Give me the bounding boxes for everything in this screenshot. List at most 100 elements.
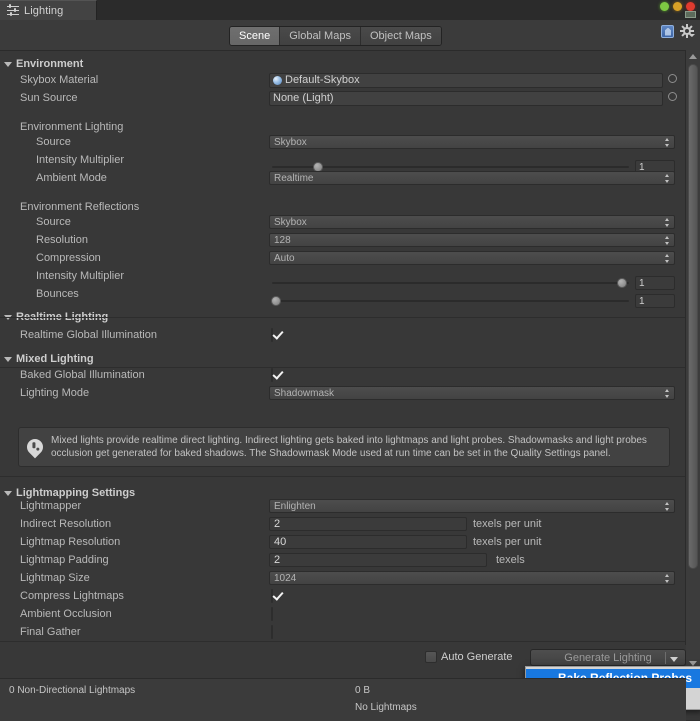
environment-lighting-label: Environment Lighting	[0, 121, 123, 133]
status-no-lightmaps: No Lightmaps	[355, 702, 417, 713]
env-lighting-source-dropdown[interactable]: Skybox	[269, 135, 675, 149]
section-environment[interactable]: Environment	[0, 56, 686, 71]
tab-scene[interactable]: Scene	[230, 27, 280, 45]
divider	[0, 476, 686, 477]
skybox-material-label: Skybox Material	[0, 74, 98, 86]
row-realtime-gi: Realtime Global Illumination	[0, 324, 686, 345]
minimize-button[interactable]	[673, 2, 682, 11]
skybox-material-picker-button[interactable]	[668, 74, 677, 83]
indirect-resolution-input[interactable]: 2	[269, 517, 467, 531]
chevron-updown-icon	[665, 502, 670, 511]
sun-source-value: None (Light)	[273, 92, 334, 104]
environment-reflections-label: Environment Reflections	[0, 201, 139, 213]
row-lightmap-size: Lightmap Size 1024	[0, 569, 686, 587]
baked-gi-label: Baked Global Illumination	[0, 369, 145, 381]
refl-compression-value: Auto	[274, 253, 295, 264]
dock-glyph-icon	[685, 11, 696, 18]
tab-lighting[interactable]: Lighting	[0, 0, 97, 20]
refl-source-value: Skybox	[274, 217, 307, 228]
foldout-icon	[4, 357, 12, 362]
light-probe-icon[interactable]	[661, 25, 674, 38]
lightmap-padding-input[interactable]: 2	[269, 553, 487, 567]
lightmap-resolution-input[interactable]: 40	[269, 535, 467, 549]
chevron-down-icon[interactable]	[670, 657, 678, 662]
lightmapping-rows: Lightmapper Enlighten Indirect Resolutio…	[0, 497, 686, 641]
chevron-updown-icon	[665, 389, 670, 398]
indirect-resolution-suffix: texels per unit	[473, 518, 541, 530]
lightmap-resolution-label: Lightmap Resolution	[0, 536, 120, 548]
info-icon	[24, 436, 47, 459]
mixer-sliders-icon	[7, 5, 19, 16]
scrollbar-thumb[interactable]	[688, 64, 698, 569]
tab-object-maps[interactable]: Object Maps	[361, 27, 441, 45]
lighting-mode-value: Shadowmask	[274, 388, 334, 399]
ambient-occlusion-checkbox[interactable]	[271, 607, 273, 621]
generate-lighting-button[interactable]: Generate Lighting	[530, 649, 686, 666]
refl-bounces-label: Bounces	[0, 288, 79, 300]
title-bar: Lighting	[0, 0, 700, 21]
refl-source-dropdown[interactable]: Skybox	[269, 215, 675, 229]
gear-icon[interactable]	[680, 24, 694, 38]
window-controls	[660, 2, 695, 11]
vertical-scrollbar[interactable]	[685, 50, 700, 670]
slider-handle[interactable]	[271, 296, 281, 306]
settings-content: Environment Skybox Material Default-Skyb…	[0, 50, 686, 671]
row-compress-lightmaps: Compress Lightmaps	[0, 587, 686, 605]
tab-global-maps[interactable]: Global Maps	[280, 27, 361, 45]
final-gather-checkbox[interactable]	[271, 625, 273, 639]
row-final-gather: Final Gather	[0, 623, 686, 641]
row-baked-gi: Baked Global Illumination	[0, 366, 686, 384]
lighting-mode-dropdown[interactable]: Shadowmask	[269, 386, 675, 400]
lightmap-size-dropdown[interactable]: 1024	[269, 571, 675, 585]
lightmap-padding-suffix: texels	[496, 554, 525, 566]
group-environment-lighting: Environment Lighting	[0, 107, 686, 133]
sun-source-picker-button[interactable]	[668, 92, 677, 101]
env-lighting-source-value: Skybox	[274, 137, 307, 148]
compress-lightmaps-label: Compress Lightmaps	[0, 590, 124, 602]
lightmap-resolution-suffix: texels per unit	[473, 536, 541, 548]
final-gather-label: Final Gather	[0, 626, 81, 638]
material-preview-icon	[273, 76, 282, 85]
compress-lightmaps-checkbox[interactable]	[271, 589, 273, 603]
row-env-lighting-intensity: Intensity Multiplier 1	[0, 151, 686, 169]
maximize-button[interactable]	[660, 2, 669, 11]
row-refl-source: Source Skybox	[0, 213, 686, 231]
refl-resolution-dropdown[interactable]: 128	[269, 233, 675, 247]
refl-bounces-value[interactable]: 1	[635, 294, 675, 308]
lightmapper-label: Lightmapper	[0, 500, 81, 512]
divider	[0, 317, 686, 318]
sun-source-label: Sun Source	[0, 92, 77, 104]
scroll-up-icon[interactable]	[689, 54, 697, 59]
mixed-lighting-info-text: Mixed lights provide realtime direct lig…	[51, 434, 661, 460]
lightmapper-dropdown[interactable]: Enlighten	[269, 499, 675, 513]
row-indirect-resolution: Indirect Resolution 2 texels per unit	[0, 515, 686, 533]
auto-generate-checkbox[interactable]	[425, 651, 437, 663]
baked-gi-checkbox[interactable]	[271, 368, 273, 382]
auto-generate-label: Auto Generate	[441, 651, 513, 663]
chevron-updown-icon	[665, 138, 670, 147]
mode-tabs: Scene Global Maps Object Maps	[229, 26, 442, 46]
ambient-mode-dropdown[interactable]: Realtime	[269, 171, 675, 185]
sun-source-field[interactable]: None (Light)	[269, 91, 663, 106]
close-button[interactable]	[686, 2, 695, 11]
refl-compression-dropdown[interactable]: Auto	[269, 251, 675, 265]
row-refl-compression: Compression Auto	[0, 249, 686, 267]
chevron-updown-icon	[665, 574, 670, 583]
divider	[0, 641, 686, 642]
lightmap-size-label: Lightmap Size	[0, 572, 90, 584]
refl-compression-label: Compression	[0, 252, 101, 264]
env-lighting-source-label: Source	[0, 136, 71, 148]
chevron-updown-icon	[665, 254, 670, 263]
env-lighting-intensity-label: Intensity Multiplier	[0, 154, 124, 166]
lightmap-padding-label: Lightmap Padding	[0, 554, 109, 566]
skybox-material-field[interactable]: Default-Skybox	[269, 73, 663, 88]
chevron-updown-icon	[665, 174, 670, 183]
toolbar-icons	[661, 24, 694, 38]
realtime-gi-checkbox[interactable]	[271, 328, 273, 342]
mixed-lighting-info-box: Mixed lights provide realtime direct lig…	[18, 427, 670, 467]
chevron-updown-icon	[665, 236, 670, 245]
section-mixed-lighting[interactable]: Mixed Lighting	[0, 351, 686, 366]
section-mixed-lighting-label: Mixed Lighting	[16, 353, 94, 365]
section-environment-label: Environment	[16, 58, 83, 70]
auto-generate-control[interactable]: Auto Generate	[425, 651, 513, 663]
